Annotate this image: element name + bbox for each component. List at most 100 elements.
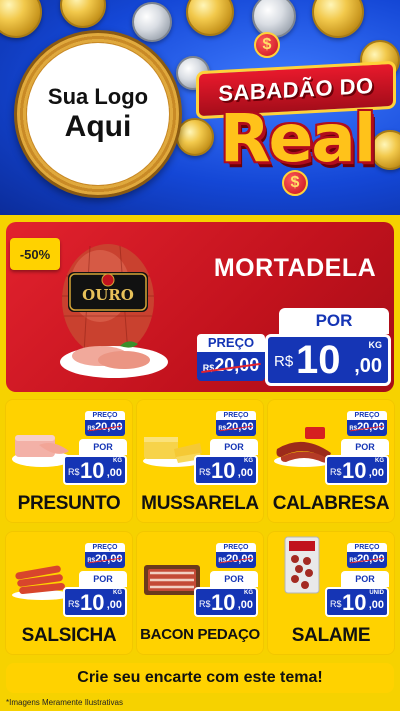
new-price-decimal: ,00 xyxy=(237,467,253,479)
product-card-presunto[interactable]: PREÇO R$20,00 POR R$ 10 KG ,00 PRESUNTO xyxy=(5,399,133,523)
logo-placeholder: Sua Logo Aqui xyxy=(27,43,169,185)
old-price: R$20,00 xyxy=(85,420,125,436)
product-name: BACON PEDAÇO xyxy=(140,626,260,643)
old-price: R$20,00 xyxy=(216,420,256,436)
old-price-value: 20,00 xyxy=(226,553,254,565)
coin-decoration xyxy=(60,0,106,28)
salame-image xyxy=(284,536,320,594)
old-price-value: 20,00 xyxy=(357,421,385,433)
new-price-integer: 10 xyxy=(211,458,236,483)
hero-old-price-prefix: R$ xyxy=(202,363,215,373)
product-card-mussarela[interactable]: PREÇO R$20,00 POR R$ 10 KG ,00 MUSSARELA xyxy=(136,399,264,523)
new-price-prefix: R$ xyxy=(68,467,80,477)
hero-old-price-box: PREÇO R$20,00 xyxy=(197,334,265,381)
hero-preco-label: PREÇO xyxy=(207,335,255,350)
new-price-prefix: R$ xyxy=(199,467,211,477)
new-price: R$ 10 KG ,00 xyxy=(63,587,127,617)
por-label: POR xyxy=(341,571,389,587)
new-price-integer: 10 xyxy=(342,458,367,483)
old-price: R$20,00 xyxy=(85,552,125,568)
old-price-box: PREÇO R$20,00 xyxy=(216,543,256,568)
promo-title-big: Real xyxy=(219,100,377,177)
product-card-bacon[interactable]: PREÇO R$20,00 POR R$ 10 KG ,00 BACON PEDAÇO xyxy=(136,531,264,655)
coin-decoration xyxy=(0,0,42,38)
old-price-prefix: R$ xyxy=(87,558,96,564)
old-price-prefix: R$ xyxy=(218,558,227,564)
price-unit: KG xyxy=(375,458,384,464)
new-price-integer: 10 xyxy=(342,590,367,615)
new-price: R$ 10 KG ,00 xyxy=(194,587,258,617)
new-price: R$ 10 KG ,00 xyxy=(325,455,389,485)
new-price-decimal: ,00 xyxy=(106,467,122,479)
new-price-prefix: R$ xyxy=(330,467,342,477)
hero-new-price: R$ 10 KG ,00 xyxy=(265,334,391,386)
new-price: R$ 10 KG ,00 xyxy=(63,455,127,485)
price-unit: KG xyxy=(244,590,253,596)
price-unit: KG xyxy=(244,458,253,464)
old-price-prefix: R$ xyxy=(87,426,96,432)
product-name: PRESUNTO xyxy=(17,493,121,514)
por-label: POR xyxy=(79,571,127,587)
hero-por-label: POR xyxy=(279,308,389,334)
old-price: R$20,00 xyxy=(216,552,256,568)
disclaimer-text: *Imagens Meramente Ilustrativas xyxy=(6,698,123,707)
old-price-value: 20,00 xyxy=(226,421,254,433)
preco-label: PREÇO xyxy=(354,544,380,551)
new-price-prefix: R$ xyxy=(68,599,80,609)
old-price-box: PREÇO R$20,00 xyxy=(85,411,125,436)
new-price-prefix: R$ xyxy=(199,599,211,609)
new-price-decimal: ,00 xyxy=(368,599,384,611)
product-card-calabresa[interactable]: PREÇO R$20,00 POR R$ 10 KG ,00 CALABRESA xyxy=(267,399,395,523)
discount-badge: -50% xyxy=(10,238,60,270)
preco-label: PREÇO xyxy=(223,544,249,551)
old-price-box: PREÇO R$20,00 xyxy=(347,543,387,568)
preco-label: PREÇO xyxy=(223,412,249,419)
old-price-box: PREÇO R$20,00 xyxy=(85,543,125,568)
por-label: POR xyxy=(79,439,127,455)
hero-old-price-value: 20,00 xyxy=(214,355,260,375)
preco-label: PREÇO xyxy=(92,412,118,419)
hero-new-price-decimal: ,00 xyxy=(354,355,382,377)
old-price-box: PREÇO R$20,00 xyxy=(347,411,387,436)
product-card-salame[interactable]: PREÇO R$20,00 POR R$ 10 UNID ,00 SALAME xyxy=(267,531,395,655)
preco-label: PREÇO xyxy=(354,412,380,419)
product-name: SALSICHA xyxy=(21,625,117,646)
hero-old-price: R$20,00 xyxy=(197,352,265,381)
logo-text-line1: Sua Logo xyxy=(47,84,149,110)
cta-banner[interactable]: Crie seu encarte com este tema! xyxy=(6,663,394,693)
old-price: R$20,00 xyxy=(347,552,387,568)
promo-title: $ SABADÃO DO Real $ xyxy=(196,30,396,200)
hero-new-price-integer: 10 xyxy=(296,338,341,382)
new-price-integer: 10 xyxy=(211,590,236,615)
old-price-value: 20,00 xyxy=(357,553,385,565)
new-price: R$ 10 KG ,00 xyxy=(194,455,258,485)
hero-price-unit: KG xyxy=(368,340,383,350)
hero-new-price-prefix: R$ xyxy=(274,353,294,370)
coin-decoration xyxy=(132,2,172,42)
header-banner: Sua Logo Aqui $ SABADÃO DO Real $ xyxy=(0,0,400,215)
currency-badge-icon: $ xyxy=(254,32,280,58)
price-unit: KG xyxy=(113,590,122,596)
mortadela-image: OURO xyxy=(60,244,168,378)
old-price-value: 20,00 xyxy=(95,553,123,565)
new-price-integer: 10 xyxy=(80,458,105,483)
old-price: R$20,00 xyxy=(347,420,387,436)
new-price-integer: 10 xyxy=(80,590,105,615)
product-name: CALABRESA xyxy=(272,493,390,514)
new-price-decimal: ,00 xyxy=(237,599,253,611)
price-unit: KG xyxy=(113,458,122,464)
new-price-prefix: R$ xyxy=(330,599,342,609)
old-price-prefix: R$ xyxy=(218,426,227,432)
old-price-box: PREÇO R$20,00 xyxy=(216,411,256,436)
product-card-salsicha[interactable]: PREÇO R$20,00 POR R$ 10 KG ,00 SALSICHA xyxy=(5,531,133,655)
product-name: SALAME xyxy=(291,625,371,646)
brand-label: OURO xyxy=(82,286,134,304)
preco-label: PREÇO xyxy=(92,544,118,551)
price-unit: UNID xyxy=(369,590,384,596)
por-label: POR xyxy=(210,571,258,587)
old-price-prefix: R$ xyxy=(349,426,358,432)
old-price-value: 20,00 xyxy=(95,421,123,433)
old-price-prefix: R$ xyxy=(349,558,358,564)
por-label: POR xyxy=(210,439,258,455)
logo-text-line2: Aqui xyxy=(64,109,132,143)
